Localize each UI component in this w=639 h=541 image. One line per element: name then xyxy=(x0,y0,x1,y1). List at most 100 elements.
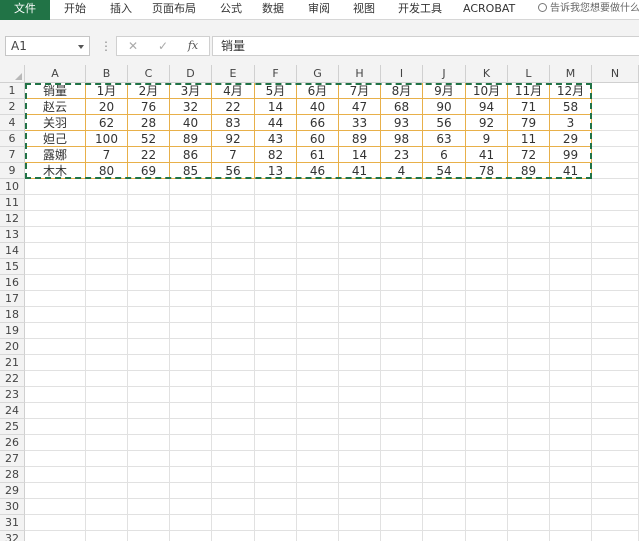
row-header-18[interactable]: 18 xyxy=(0,307,25,323)
cancel-icon[interactable]: ✕ xyxy=(123,38,143,54)
value-cell[interactable]: 72 xyxy=(508,147,550,163)
value-cell[interactable]: 89 xyxy=(170,131,212,147)
formula-input[interactable]: 销量 xyxy=(212,36,639,56)
column-header-g[interactable]: G xyxy=(297,65,339,83)
value-cell[interactable]: 66 xyxy=(297,115,339,131)
tell-me-search[interactable]: 告诉我您想要做什么 xyxy=(538,0,639,20)
row-header-12[interactable]: 12 xyxy=(0,211,25,227)
value-cell[interactable]: 52 xyxy=(128,131,170,147)
header-cell[interactable]: 1月 xyxy=(86,83,128,99)
row-header-31[interactable]: 31 xyxy=(0,515,25,531)
column-header-i[interactable]: I xyxy=(381,65,423,83)
value-cell[interactable]: 4 xyxy=(381,163,423,179)
value-cell[interactable]: 61 xyxy=(297,147,339,163)
value-cell[interactable]: 29 xyxy=(550,131,592,147)
column-header-e[interactable]: E xyxy=(212,65,255,83)
value-cell[interactable]: 28 xyxy=(128,115,170,131)
value-cell[interactable]: 90 xyxy=(423,99,466,115)
row-header-28[interactable]: 28 xyxy=(0,467,25,483)
row-header-13[interactable]: 13 xyxy=(0,227,25,243)
more-options-icon[interactable]: ⋮ xyxy=(100,37,112,55)
tab-acrobat[interactable]: ACROBAT xyxy=(463,0,523,20)
value-cell[interactable]: 80 xyxy=(86,163,128,179)
value-cell[interactable]: 54 xyxy=(423,163,466,179)
value-cell[interactable]: 33 xyxy=(339,115,381,131)
value-cell[interactable]: 68 xyxy=(381,99,423,115)
worksheet[interactable]: A B C D E F G H I J K L M N 1 2 4 6 7 9 10 11 12 13 14 15 16 17 18 19… xyxy=(0,65,639,541)
value-cell[interactable]: 43 xyxy=(255,131,297,147)
tab-formulas[interactable]: 公式 xyxy=(220,0,256,20)
value-cell[interactable]: 20 xyxy=(86,99,128,115)
row-header-19[interactable]: 19 xyxy=(0,323,25,339)
value-cell[interactable]: 13 xyxy=(255,163,297,179)
tab-view[interactable]: 视图 xyxy=(353,0,391,20)
name-cell[interactable]: 关羽 xyxy=(25,115,86,131)
value-cell[interactable]: 23 xyxy=(381,147,423,163)
row-header-1[interactable]: 1 xyxy=(0,83,25,99)
value-cell[interactable]: 89 xyxy=(508,163,550,179)
header-cell[interactable]: 11月 xyxy=(508,83,550,99)
header-cell[interactable]: 10月 xyxy=(466,83,508,99)
value-cell[interactable]: 40 xyxy=(297,99,339,115)
row-header-26[interactable]: 26 xyxy=(0,435,25,451)
value-cell[interactable]: 6 xyxy=(423,147,466,163)
row-header-23[interactable]: 23 xyxy=(0,387,25,403)
column-header-d[interactable]: D xyxy=(170,65,212,83)
header-cell[interactable]: 5月 xyxy=(255,83,297,99)
value-cell[interactable]: 99 xyxy=(550,147,592,163)
row-header-32[interactable]: 32 xyxy=(0,531,25,541)
value-cell[interactable]: 41 xyxy=(466,147,508,163)
value-cell[interactable]: 7 xyxy=(212,147,255,163)
header-cell[interactable]: 6月 xyxy=(297,83,339,99)
value-cell[interactable]: 9 xyxy=(466,131,508,147)
value-cell[interactable]: 69 xyxy=(128,163,170,179)
column-header-n[interactable]: N xyxy=(592,65,639,83)
value-cell[interactable]: 92 xyxy=(466,115,508,131)
value-cell[interactable]: 63 xyxy=(423,131,466,147)
tab-page-layout[interactable]: 页面布局 xyxy=(152,0,212,20)
header-cell[interactable]: 12月 xyxy=(550,83,592,99)
tab-home[interactable]: 开始 xyxy=(64,0,104,20)
value-cell[interactable]: 93 xyxy=(381,115,423,131)
value-cell[interactable]: 86 xyxy=(170,147,212,163)
value-cell[interactable]: 71 xyxy=(508,99,550,115)
value-cell[interactable]: 78 xyxy=(466,163,508,179)
row-header-7[interactable]: 7 xyxy=(0,147,25,163)
row-header-24[interactable]: 24 xyxy=(0,403,25,419)
row-header-4[interactable]: 4 xyxy=(0,115,25,131)
chevron-down-icon[interactable] xyxy=(78,45,84,49)
value-cell[interactable]: 60 xyxy=(297,131,339,147)
value-cell[interactable]: 56 xyxy=(423,115,466,131)
row-header-17[interactable]: 17 xyxy=(0,291,25,307)
row-header-9[interactable]: 9 xyxy=(0,163,25,179)
header-cell[interactable]: 9月 xyxy=(423,83,466,99)
value-cell[interactable]: 40 xyxy=(170,115,212,131)
row-header-29[interactable]: 29 xyxy=(0,483,25,499)
value-cell[interactable]: 7 xyxy=(86,147,128,163)
name-box[interactable]: A1 xyxy=(5,36,90,56)
value-cell[interactable]: 98 xyxy=(381,131,423,147)
row-header-2[interactable]: 2 xyxy=(0,99,25,115)
value-cell[interactable]: 79 xyxy=(508,115,550,131)
value-cell[interactable]: 56 xyxy=(212,163,255,179)
header-cell[interactable]: 3月 xyxy=(170,83,212,99)
value-cell[interactable]: 76 xyxy=(128,99,170,115)
row-header-21[interactable]: 21 xyxy=(0,355,25,371)
header-cell[interactable]: 销量 xyxy=(25,83,86,99)
row-header-10[interactable]: 10 xyxy=(0,179,25,195)
value-cell[interactable]: 3 xyxy=(550,115,592,131)
tab-data[interactable]: 数据 xyxy=(262,0,302,20)
value-cell[interactable]: 47 xyxy=(339,99,381,115)
value-cell[interactable]: 82 xyxy=(255,147,297,163)
header-cell[interactable]: 7月 xyxy=(339,83,381,99)
value-cell[interactable]: 92 xyxy=(212,131,255,147)
name-cell[interactable]: 露娜 xyxy=(25,147,86,163)
column-header-b[interactable]: B xyxy=(86,65,128,83)
name-cell[interactable]: 木木 xyxy=(25,163,86,179)
row-header-20[interactable]: 20 xyxy=(0,339,25,355)
header-cell[interactable]: 8月 xyxy=(381,83,423,99)
value-cell[interactable]: 83 xyxy=(212,115,255,131)
value-cell[interactable]: 41 xyxy=(550,163,592,179)
value-cell[interactable]: 46 xyxy=(297,163,339,179)
value-cell[interactable]: 11 xyxy=(508,131,550,147)
